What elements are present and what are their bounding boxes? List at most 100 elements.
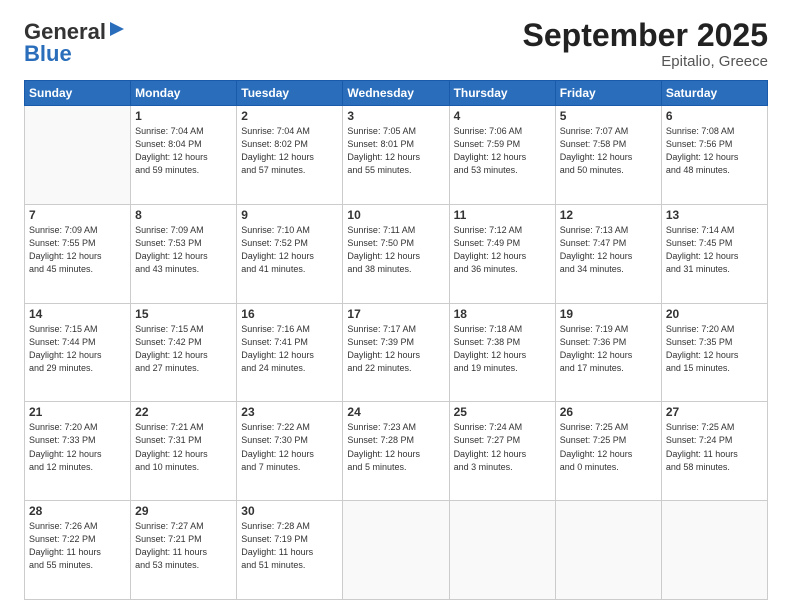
col-monday: Monday bbox=[131, 81, 237, 106]
day-number: 19 bbox=[560, 307, 657, 321]
day-info: Sunrise: 7:07 AM Sunset: 7:58 PM Dayligh… bbox=[560, 125, 657, 177]
day-info: Sunrise: 7:13 AM Sunset: 7:47 PM Dayligh… bbox=[560, 224, 657, 276]
table-row: 2 Sunrise: 7:04 AM Sunset: 8:02 PM Daylig… bbox=[237, 106, 343, 205]
table-row: 3 Sunrise: 7:05 AM Sunset: 8:01 PM Daylig… bbox=[343, 106, 449, 205]
table-row: 17 Sunrise: 7:17 AM Sunset: 7:39 PM Dayli… bbox=[343, 303, 449, 402]
table-row: 8 Sunrise: 7:09 AM Sunset: 7:53 PM Daylig… bbox=[131, 204, 237, 303]
table-row: 23Sunrise: 7:22 AM Sunset: 7:30 PM Dayli… bbox=[237, 402, 343, 501]
day-info: Sunrise: 7:18 AM Sunset: 7:38 PM Dayligh… bbox=[454, 323, 551, 375]
day-number: 6 bbox=[666, 109, 763, 123]
table-row: 14 Sunrise: 7:15 AM Sunset: 7:44 PM Dayli… bbox=[25, 303, 131, 402]
day-info: Sunrise: 7:08 AM Sunset: 7:56 PM Dayligh… bbox=[666, 125, 763, 177]
day-number: 14 bbox=[29, 307, 126, 321]
day-info: Sunrise: 7:23 AM Sunset: 7:28 PM Dayligh… bbox=[347, 421, 444, 473]
calendar-subtitle: Epitalio, Greece bbox=[523, 53, 768, 70]
day-number: 1 bbox=[135, 109, 232, 123]
day-info: Sunrise: 7:10 AM Sunset: 7:52 PM Dayligh… bbox=[241, 224, 338, 276]
table-row: 5 Sunrise: 7:07 AM Sunset: 7:58 PM Daylig… bbox=[555, 106, 661, 205]
table-row: 16Sunrise: 7:16 AM Sunset: 7:41 PM Dayli… bbox=[237, 303, 343, 402]
col-tuesday: Tuesday bbox=[237, 81, 343, 106]
day-info: Sunrise: 7:28 AM Sunset: 7:19 PM Dayligh… bbox=[241, 520, 338, 572]
day-number: 22 bbox=[135, 405, 232, 419]
day-number: 17 bbox=[347, 307, 444, 321]
day-info: Sunrise: 7:25 AM Sunset: 7:25 PM Dayligh… bbox=[560, 421, 657, 473]
table-row: 21 Sunrise: 7:20 AM Sunset: 7:33 PM Dayli… bbox=[25, 402, 131, 501]
table-row bbox=[555, 501, 661, 600]
table-row: 29 Sunrise: 7:27 AM Sunset: 7:21 PM Dayli… bbox=[131, 501, 237, 600]
col-sunday: Sunday bbox=[25, 81, 131, 106]
table-row: 20 Sunrise: 7:20 AM Sunset: 7:35 PM Dayli… bbox=[661, 303, 767, 402]
day-info: Sunrise: 7:12 AM Sunset: 7:49 PM Dayligh… bbox=[454, 224, 551, 276]
table-row: 27 Sunrise: 7:25 AM Sunset: 7:24 PM Dayli… bbox=[661, 402, 767, 501]
day-number: 10 bbox=[347, 208, 444, 222]
day-number: 4 bbox=[454, 109, 551, 123]
day-info: Sunrise: 7:11 AM Sunset: 7:50 PM Dayligh… bbox=[347, 224, 444, 276]
table-row: 1 Sunrise: 7:04 AM Sunset: 8:04 PM Daylig… bbox=[131, 106, 237, 205]
day-info: Sunrise: 7:04 AM Sunset: 8:02 PM Dayligh… bbox=[241, 125, 338, 177]
day-number: 20 bbox=[666, 307, 763, 321]
day-number: 18 bbox=[454, 307, 551, 321]
day-info: Sunrise: 7:25 AM Sunset: 7:24 PM Dayligh… bbox=[666, 421, 763, 473]
day-number: 25 bbox=[454, 405, 551, 419]
day-info: Sunrise: 7:24 AM Sunset: 7:27 PM Dayligh… bbox=[454, 421, 551, 473]
calendar-week-row: 14 Sunrise: 7:15 AM Sunset: 7:44 PM Dayli… bbox=[25, 303, 768, 402]
day-info: Sunrise: 7:15 AM Sunset: 7:44 PM Dayligh… bbox=[29, 323, 126, 375]
header: General Blue September 2025 Epitalio, Gr… bbox=[24, 18, 768, 70]
day-number: 27 bbox=[666, 405, 763, 419]
calendar-week-row: 7Sunrise: 7:09 AM Sunset: 7:55 PM Daylig… bbox=[25, 204, 768, 303]
table-row bbox=[661, 501, 767, 600]
day-info: Sunrise: 7:17 AM Sunset: 7:39 PM Dayligh… bbox=[347, 323, 444, 375]
day-number: 5 bbox=[560, 109, 657, 123]
logo-icon bbox=[106, 18, 128, 40]
day-info: Sunrise: 7:19 AM Sunset: 7:36 PM Dayligh… bbox=[560, 323, 657, 375]
day-number: 30 bbox=[241, 504, 338, 518]
day-info: Sunrise: 7:06 AM Sunset: 7:59 PM Dayligh… bbox=[454, 125, 551, 177]
table-row: 18 Sunrise: 7:18 AM Sunset: 7:38 PM Dayli… bbox=[449, 303, 555, 402]
day-info: Sunrise: 7:14 AM Sunset: 7:45 PM Dayligh… bbox=[666, 224, 763, 276]
calendar-header-row: Sunday Monday Tuesday Wednesday Thursday… bbox=[25, 81, 768, 106]
day-info: Sunrise: 7:26 AM Sunset: 7:22 PM Dayligh… bbox=[29, 520, 126, 572]
calendar-week-row: 1 Sunrise: 7:04 AM Sunset: 8:04 PM Daylig… bbox=[25, 106, 768, 205]
table-row: 22 Sunrise: 7:21 AM Sunset: 7:31 PM Dayli… bbox=[131, 402, 237, 501]
day-number: 21 bbox=[29, 405, 126, 419]
day-info: Sunrise: 7:05 AM Sunset: 8:01 PM Dayligh… bbox=[347, 125, 444, 177]
table-row: 24 Sunrise: 7:23 AM Sunset: 7:28 PM Dayli… bbox=[343, 402, 449, 501]
table-row: 28Sunrise: 7:26 AM Sunset: 7:22 PM Dayli… bbox=[25, 501, 131, 600]
table-row: 30 Sunrise: 7:28 AM Sunset: 7:19 PM Dayli… bbox=[237, 501, 343, 600]
table-row: 4 Sunrise: 7:06 AM Sunset: 7:59 PM Daylig… bbox=[449, 106, 555, 205]
day-number: 8 bbox=[135, 208, 232, 222]
table-row: 9Sunrise: 7:10 AM Sunset: 7:52 PM Daylig… bbox=[237, 204, 343, 303]
day-info: Sunrise: 7:15 AM Sunset: 7:42 PM Dayligh… bbox=[135, 323, 232, 375]
day-number: 7 bbox=[29, 208, 126, 222]
day-number: 24 bbox=[347, 405, 444, 419]
table-row: 19 Sunrise: 7:19 AM Sunset: 7:36 PM Dayli… bbox=[555, 303, 661, 402]
day-info: Sunrise: 7:20 AM Sunset: 7:35 PM Dayligh… bbox=[666, 323, 763, 375]
day-info: Sunrise: 7:27 AM Sunset: 7:21 PM Dayligh… bbox=[135, 520, 232, 572]
day-number: 12 bbox=[560, 208, 657, 222]
day-number: 2 bbox=[241, 109, 338, 123]
calendar-title: September 2025 bbox=[523, 18, 768, 53]
logo-blue: Blue bbox=[24, 41, 72, 66]
day-number: 3 bbox=[347, 109, 444, 123]
title-area: September 2025 Epitalio, Greece bbox=[523, 18, 768, 70]
table-row: 26 Sunrise: 7:25 AM Sunset: 7:25 PM Dayli… bbox=[555, 402, 661, 501]
table-row: 15 Sunrise: 7:15 AM Sunset: 7:42 PM Dayli… bbox=[131, 303, 237, 402]
col-friday: Friday bbox=[555, 81, 661, 106]
day-info: Sunrise: 7:04 AM Sunset: 8:04 PM Dayligh… bbox=[135, 125, 232, 177]
table-row: 11Sunrise: 7:12 AM Sunset: 7:49 PM Dayli… bbox=[449, 204, 555, 303]
table-row bbox=[343, 501, 449, 600]
col-saturday: Saturday bbox=[661, 81, 767, 106]
day-number: 26 bbox=[560, 405, 657, 419]
page: General Blue September 2025 Epitalio, Gr… bbox=[0, 0, 792, 612]
calendar-week-row: 21 Sunrise: 7:20 AM Sunset: 7:33 PM Dayli… bbox=[25, 402, 768, 501]
table-row: 6 Sunrise: 7:08 AM Sunset: 7:56 PM Daylig… bbox=[661, 106, 767, 205]
table-row bbox=[25, 106, 131, 205]
table-row bbox=[449, 501, 555, 600]
day-info: Sunrise: 7:20 AM Sunset: 7:33 PM Dayligh… bbox=[29, 421, 126, 473]
day-number: 23 bbox=[241, 405, 338, 419]
day-number: 29 bbox=[135, 504, 232, 518]
day-info: Sunrise: 7:09 AM Sunset: 7:53 PM Dayligh… bbox=[135, 224, 232, 276]
day-info: Sunrise: 7:21 AM Sunset: 7:31 PM Dayligh… bbox=[135, 421, 232, 473]
day-number: 15 bbox=[135, 307, 232, 321]
day-info: Sunrise: 7:16 AM Sunset: 7:41 PM Dayligh… bbox=[241, 323, 338, 375]
